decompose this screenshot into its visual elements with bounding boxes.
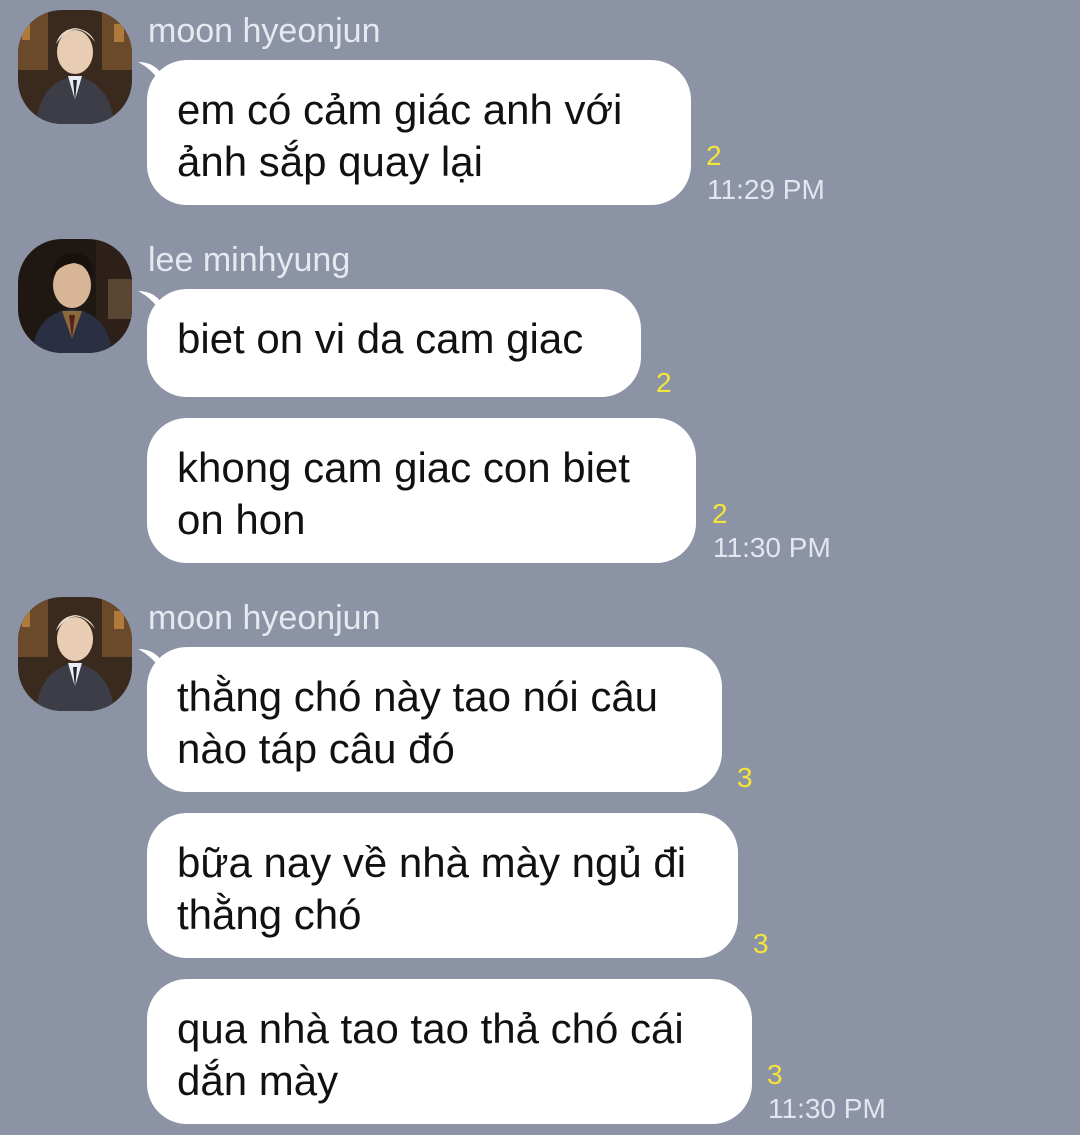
message-bubble[interactable]: biet on vi da cam giac bbox=[147, 289, 641, 397]
sender-name: moon hyeonjun bbox=[148, 12, 381, 50]
message-text-line: qua nhà tao tao thả chó cái bbox=[177, 1005, 684, 1052]
message-bubble[interactable]: khong cam giac con biet on hon bbox=[147, 418, 696, 563]
message-text-line: em có cảm giác anh với bbox=[177, 86, 623, 133]
sender-name: moon hyeonjun bbox=[148, 599, 381, 637]
sender-name: lee minhyung bbox=[148, 241, 351, 279]
message-bubble[interactable]: thằng chó này tao nói câu nào táp câu đó bbox=[147, 647, 722, 792]
unread-count: 3 bbox=[737, 762, 753, 793]
message-bubble[interactable]: bữa nay về nhà mày ngủ đi thằng chó bbox=[147, 813, 738, 958]
message-timestamp: 11:30 PM bbox=[713, 532, 831, 563]
avatar-moon-hyeonjun[interactable] bbox=[18, 597, 132, 711]
avatar-lee-minhyung[interactable] bbox=[18, 239, 132, 353]
message-bubble[interactable]: qua nhà tao tao thả chó cái dắn mày bbox=[147, 979, 752, 1124]
message-bubble[interactable]: em có cảm giác anh với ảnh sắp quay lại bbox=[147, 60, 691, 205]
message-text-line: dắn mày bbox=[177, 1057, 339, 1104]
message-timestamp: 11:29 PM bbox=[707, 174, 825, 205]
avatar-moon-hyeonjun[interactable] bbox=[18, 10, 132, 124]
unread-count: 3 bbox=[753, 928, 769, 959]
message-text-line: nào táp câu đó bbox=[177, 725, 455, 772]
unread-count: 2 bbox=[656, 367, 672, 398]
unread-count: 3 bbox=[767, 1059, 783, 1090]
chat-log[interactable]: moon hyeonjun em có cảm giác anh với ảnh… bbox=[0, 0, 1080, 1135]
message-text-line: bữa nay về nhà mày ngủ đi bbox=[177, 839, 687, 886]
message-text-line: biet on vi da cam giac bbox=[177, 315, 584, 362]
message-timestamp: 11:30 PM bbox=[768, 1093, 886, 1124]
unread-count: 2 bbox=[706, 140, 722, 171]
message-text-line: thằng chó này tao nói câu bbox=[177, 673, 659, 720]
message-text-line: on hon bbox=[177, 496, 306, 543]
message-text-line: khong cam giac con biet bbox=[177, 444, 630, 491]
message-text-line: ảnh sắp quay lại bbox=[177, 138, 483, 185]
unread-count: 2 bbox=[712, 498, 728, 529]
message-text-line: thằng chó bbox=[177, 891, 362, 938]
